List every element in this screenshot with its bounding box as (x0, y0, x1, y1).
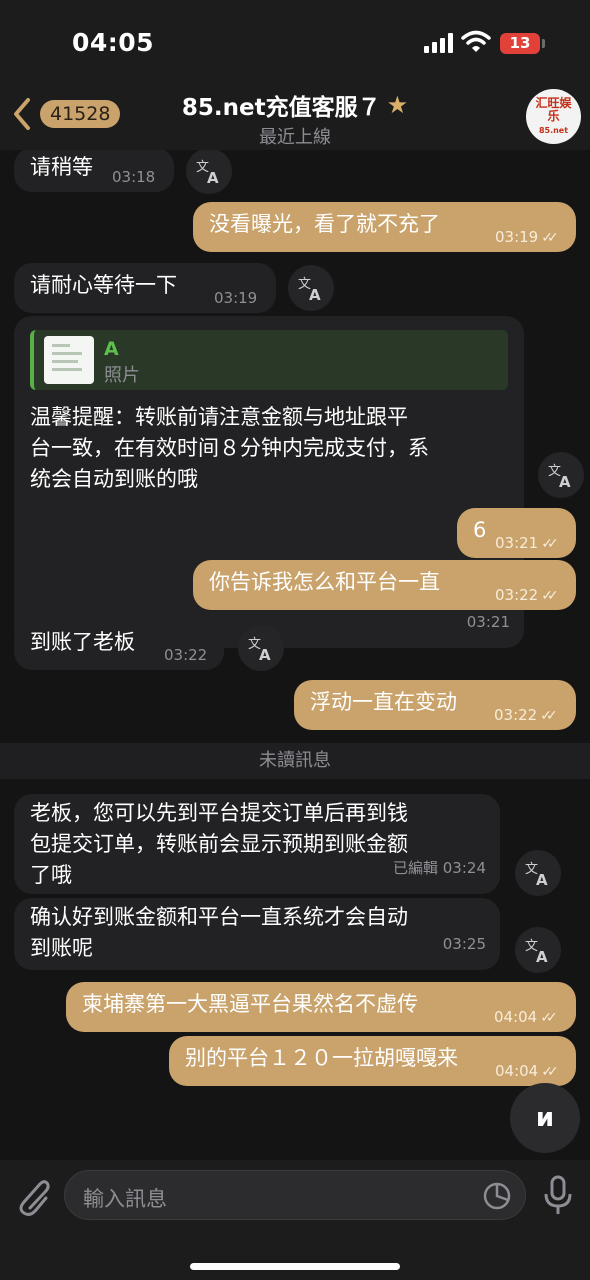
message-bubble-outgoing[interactable]: 别的平台１２０一拉胡嘎嘎来 04:04 ✓✓ (169, 1036, 576, 1086)
translate-icon: 文A (298, 277, 321, 302)
message-bubble-outgoing[interactable]: 柬埔寨第一大黑逼平台果然名不虚传 04:04 ✓✓ (66, 982, 576, 1032)
message-bubble-incoming[interactable]: 到账了老板 03:22 (14, 620, 224, 670)
message-meta: 03:22 ✓✓ (494, 700, 558, 732)
message-text: 到账了老板 (30, 630, 135, 654)
sticker-icon[interactable] (483, 1182, 511, 1210)
translate-button[interactable]: 文A (288, 265, 334, 311)
chevron-left-icon (14, 98, 30, 130)
paperclip-icon[interactable] (12, 1174, 52, 1218)
reply-type: 照片 (104, 365, 140, 386)
battery-cap (542, 39, 545, 48)
svg-text:A: A (259, 646, 271, 662)
message-time: 04:04 (494, 1008, 538, 1026)
message-text: 请耐心等待一下 (30, 273, 177, 297)
translate-button[interactable]: 文A (538, 452, 584, 498)
message-bubble-outgoing[interactable]: 浮动一直在变动 03:22 ✓✓ (294, 680, 576, 730)
message-meta: 已編輯 03:24 (393, 853, 486, 884)
message-line: 台一致，在有效时间８分钟内完成支付，系 (30, 436, 429, 460)
read-checks-icon: ✓✓ (540, 1010, 558, 1026)
svg-text:A: A (559, 473, 571, 489)
wifi-icon (461, 30, 491, 52)
message-bubble-outgoing[interactable]: 没看曝光，看了就不充了 03:19 ✓✓ (193, 202, 576, 252)
message-time: 03:18 (112, 168, 156, 186)
translate-icon: 文A (525, 862, 548, 887)
message-time: 03:25 (442, 935, 486, 953)
message-text: 浮动一直在变动 (310, 690, 457, 714)
message-time: 03:22 (495, 586, 539, 604)
read-checks-icon: ✓✓ (541, 588, 559, 604)
read-checks-icon: ✓✓ (541, 536, 559, 552)
message-text: 没看曝光，看了就不充了 (209, 212, 440, 236)
message-input[interactable]: 輸入訊息 (64, 1170, 526, 1220)
back-button[interactable]: 41528 (8, 94, 121, 134)
avatar[interactable]: 汇旺娱乐 85.net (526, 89, 581, 144)
message-line: 统会自动到账的哦 (30, 467, 198, 491)
message-meta: 03:19 ✓✓ (495, 222, 559, 254)
home-indicator (190, 1263, 400, 1270)
reply-preview[interactable]: A 照片 (30, 330, 508, 390)
message-time: 03:22 (494, 706, 538, 724)
message-text: 柬埔寨第一大黑逼平台果然名不虚传 (82, 992, 418, 1016)
unread-divider: 未讀訊息 (0, 743, 590, 779)
read-checks-icon: ✓✓ (541, 230, 559, 246)
message-list[interactable]: 请稍等 03:18 文A 没看曝光，看了就不充了 03:19 ✓✓ 请耐心等待一下… (0, 150, 590, 1160)
chat-header: 41528 85.net充值客服７ ★ 最近上線 汇旺娱乐 85.net (0, 86, 590, 150)
message-bubble-outgoing[interactable]: 6 03:21 ✓✓ (457, 508, 576, 558)
read-checks-icon: ✓✓ (540, 708, 558, 724)
translate-icon: 文A (248, 637, 271, 662)
quick-action-button[interactable]: ᴎ (510, 1083, 580, 1153)
message-text: 你告诉我怎么和平台一直 (209, 570, 440, 594)
star-icon: ★ (386, 91, 409, 119)
message-text: 请稍等 (30, 155, 93, 179)
message-line: 温馨提醒：转账前请注意金额与地址跟平 (30, 405, 408, 429)
chat-title: 85.net充值客服７ (181, 95, 381, 121)
reply-thumbnail (44, 336, 94, 384)
translate-button[interactable]: 文A (515, 850, 561, 896)
chat-title-area[interactable]: 85.net充值客服７ ★ 最近上線 (160, 86, 430, 149)
message-time: 03:24 (442, 859, 486, 877)
translate-button[interactable]: 文A (186, 150, 232, 194)
message-bubble-incoming[interactable]: 请耐心等待一下 03:19 (14, 263, 276, 313)
message-meta: 03:21 ✓✓ (495, 528, 559, 560)
status-bar: 04:05 13 (0, 0, 590, 86)
message-time: 03:19 (214, 289, 258, 307)
message-text: 别的平台１２０一拉胡嘎嘎来 (185, 1046, 458, 1070)
edited-label: 已編輯 (392, 859, 438, 877)
translate-icon: 文A (548, 464, 571, 489)
message-bubble-incoming[interactable]: 确认好到账金额和平台一直系统才会自动 到账呢 03:25 (14, 898, 500, 970)
message-meta: 04:04 ✓✓ (494, 1002, 558, 1034)
app-logo-icon: ᴎ (535, 1103, 555, 1133)
battery-icon: 13 (500, 33, 540, 54)
translate-icon: 文A (196, 160, 219, 185)
read-checks-icon: ✓✓ (541, 1064, 559, 1080)
avatar-text: 汇旺娱乐 (535, 96, 572, 123)
svg-text:A: A (536, 948, 548, 964)
translate-icon: 文A (525, 939, 548, 964)
microphone-icon[interactable] (541, 1174, 575, 1218)
message-input-bar: 輸入訊息 (0, 1160, 590, 1280)
message-text: 6 (473, 518, 487, 542)
translate-button[interactable]: 文A (238, 625, 284, 671)
message-time: 03:19 (495, 228, 539, 246)
message-bubble-incoming[interactable]: 请稍等 03:18 (14, 150, 174, 192)
message-time: 04:04 (495, 1062, 539, 1080)
message-time: 03:21 (495, 534, 539, 552)
avatar-subtext: 85.net (538, 126, 569, 135)
translate-button[interactable]: 文A (515, 927, 561, 973)
message-time: 03:22 (164, 646, 208, 664)
message-line: 老板，您可以先到平台提交订单后再到钱 (30, 801, 408, 825)
status-time: 04:05 (72, 28, 155, 57)
unread-count-badge: 41528 (40, 100, 121, 128)
message-input-placeholder: 輸入訊息 (83, 1187, 167, 1211)
message-line: 确认好到账金额和平台一直系统才会自动 (30, 905, 408, 929)
signal-icon (424, 33, 454, 53)
svg-text:A: A (536, 871, 548, 887)
svg-text:A: A (207, 169, 219, 185)
message-meta: 03:22 ✓✓ (495, 580, 559, 612)
message-bubble-outgoing[interactable]: 你告诉我怎么和平台一直 03:22 ✓✓ (193, 560, 576, 610)
message-line: 到账呢 (30, 936, 93, 960)
last-seen-status: 最近上線 (259, 127, 331, 148)
message-bubble-incoming[interactable]: 老板，您可以先到平台提交订单后再到钱 包提交订单，转账前会显示预期到账金额 了哦… (14, 794, 500, 894)
svg-text:A: A (309, 286, 321, 302)
